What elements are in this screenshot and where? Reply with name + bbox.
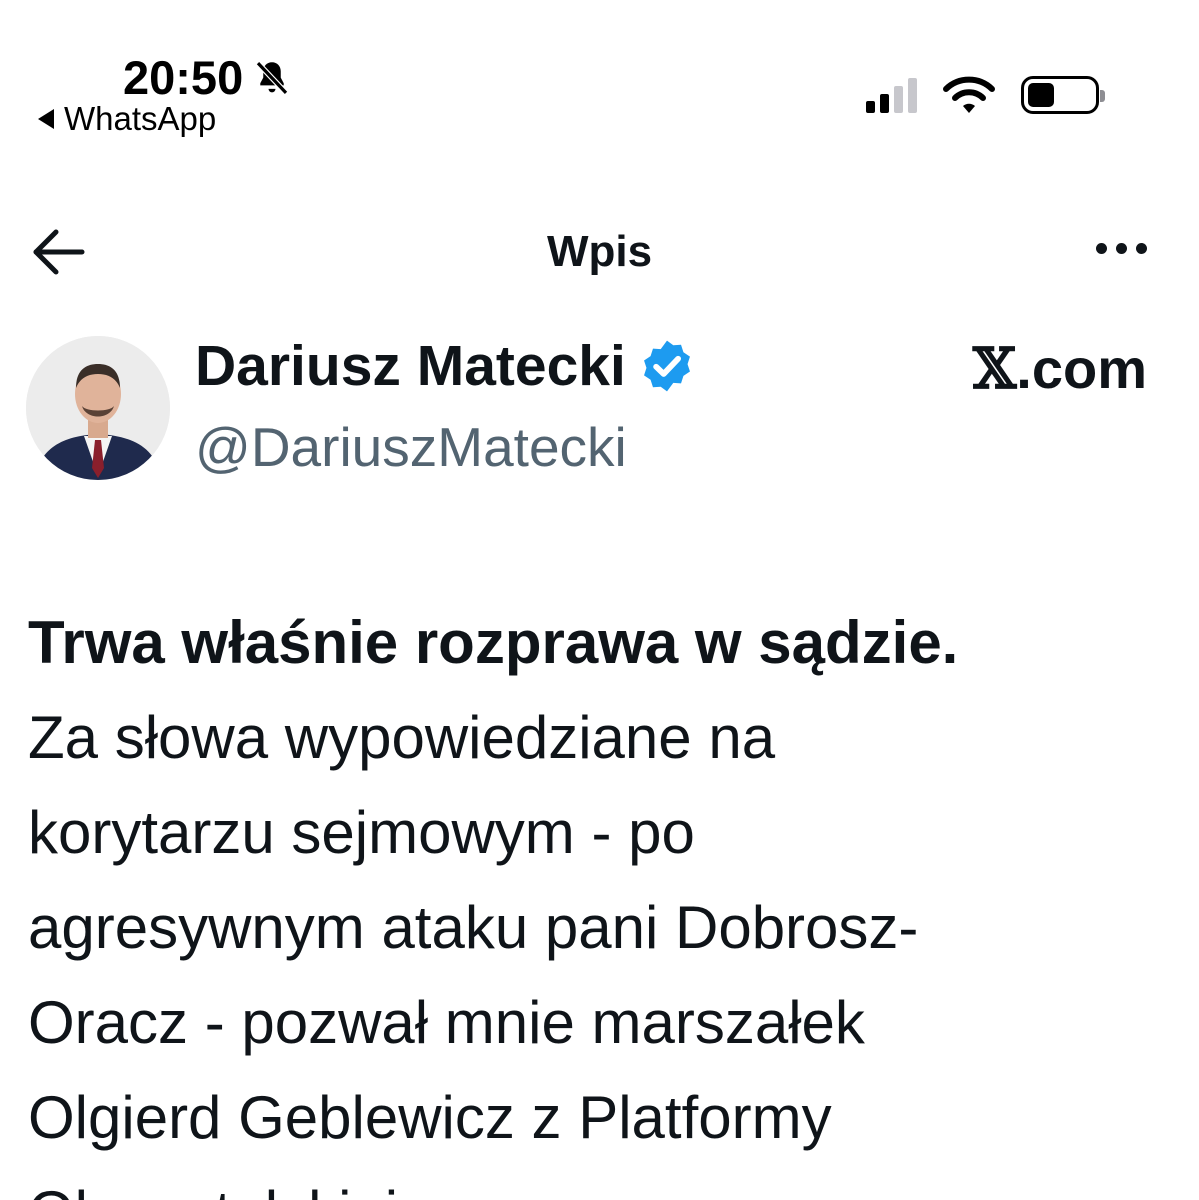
page-title: Wpis: [546, 227, 653, 276]
status-clock: 20:50: [123, 50, 293, 105]
post-line: Obywatelskiej: [28, 1165, 1178, 1200]
status-indicators: [866, 76, 1105, 114]
back-triangle-icon: [38, 109, 54, 129]
cellular-signal-icon: [866, 77, 917, 113]
bell-muted-icon: [256, 60, 289, 95]
site-watermark: 𝕏.com: [973, 336, 1147, 402]
clock-time: 20:50: [123, 51, 244, 104]
back-app-label: WhatsApp: [64, 100, 217, 137]
post-line: Olgierd Geblewicz z Platformy: [28, 1084, 832, 1151]
avatar[interactable]: [26, 336, 170, 480]
site-suffix: .com: [1016, 337, 1147, 400]
post-line: Za słowa wypowiedziane na: [28, 704, 776, 771]
x-logo-icon: 𝕏: [972, 336, 1017, 402]
user-handle[interactable]: @DariuszMatecki: [195, 415, 627, 479]
verified-badge-icon: [643, 340, 690, 392]
post-header: Wpis: [0, 215, 1199, 295]
post-text: Trwa właśnie rozprawa w sądzie. Za słowa…: [28, 595, 1178, 1200]
post-line: agresywnym ataku pani Dobrosz-: [28, 894, 919, 961]
wifi-icon: [943, 76, 995, 113]
display-name-text: Dariusz Matecki: [195, 334, 626, 398]
battery-icon: [1021, 76, 1105, 114]
post-line: korytarzu sejmowym - po: [28, 799, 695, 866]
post-headline: Trwa właśnie rozprawa w sądzie.: [28, 609, 959, 676]
more-options-icon[interactable]: [1096, 243, 1147, 254]
display-name[interactable]: Dariusz Matecki: [195, 333, 696, 399]
avatar-portrait-icon: [26, 336, 170, 480]
back-to-app-button[interactable]: WhatsApp: [38, 100, 216, 138]
post-line: Oracz - pozwał mnie marszałek: [28, 989, 865, 1056]
